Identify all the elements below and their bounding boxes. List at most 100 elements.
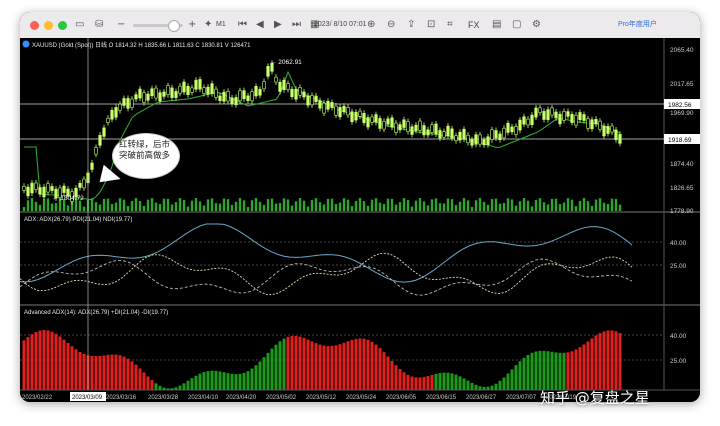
step-back-icon[interactable]: ◀ xyxy=(256,17,264,33)
adv-adx-bar xyxy=(342,342,346,390)
volume-bar xyxy=(338,202,342,211)
adv-adx-bar xyxy=(74,349,78,390)
zoom-out-icon[interactable]: ⊖ xyxy=(387,17,395,33)
candle xyxy=(614,129,618,140)
candle xyxy=(126,98,130,109)
candle xyxy=(150,88,154,97)
time-axis-label: 2023/02/22 xyxy=(22,395,53,401)
candle xyxy=(102,127,106,137)
adv-adx-bar xyxy=(334,345,338,390)
adv-adx-bar xyxy=(430,374,434,390)
adv-adx-bar xyxy=(506,373,510,390)
chart-area[interactable]: XAUUSD (Gold (Spot)) 日线 O 1814.32 H 1835… xyxy=(20,38,700,402)
plus-icon[interactable]: + xyxy=(188,17,196,33)
candle xyxy=(490,129,494,141)
indicator-icon[interactable]: ⌗ xyxy=(447,17,453,33)
volume-bar xyxy=(254,198,258,211)
toolbar: ▭ ⛁ − + ✦ M1 ⏮ ◀ ▶ ⏭ ▦ 2023/ 8/10 07:01 … xyxy=(20,12,700,39)
crosshair-icon[interactable]: ✦ xyxy=(204,17,212,33)
candle xyxy=(410,126,414,135)
high-badge-text: 1982.56 xyxy=(668,102,692,109)
minus-icon[interactable]: − xyxy=(117,17,125,33)
adv-adx-bar xyxy=(410,376,414,390)
current-price-text: 1918.69 xyxy=(668,137,692,144)
volume-bar xyxy=(574,206,578,211)
zoom-slider-knob[interactable] xyxy=(168,20,180,32)
step-forward-icon[interactable]: ⏭ xyxy=(292,17,301,33)
adv-adx-bar xyxy=(550,351,554,390)
datetime-field[interactable]: 2023/ 8/10 07:01 xyxy=(314,19,367,31)
volume-bar xyxy=(150,198,154,211)
candle xyxy=(534,107,538,118)
adv-adx-bar xyxy=(234,374,238,390)
settings-icon[interactable]: ⚙ xyxy=(532,17,541,33)
volume-bar xyxy=(222,198,226,211)
volume-bar xyxy=(318,202,322,211)
volume-bar xyxy=(518,201,522,211)
price-axis-label: 1826.65 xyxy=(670,185,694,192)
chat-icon[interactable]: ▢ xyxy=(512,17,521,33)
adv-adx-bar xyxy=(138,368,142,390)
volume-bar xyxy=(26,200,30,211)
volume-bar xyxy=(202,205,206,211)
time-axis-label: 2023/06/15 xyxy=(426,395,457,401)
candle xyxy=(494,130,498,139)
candle xyxy=(250,91,254,102)
layout-icon[interactable]: ▤ xyxy=(492,17,501,33)
screenshot-icon[interactable]: ⊡ xyxy=(427,17,435,33)
sidebar-icon[interactable]: ▭ xyxy=(75,17,84,33)
time-axis-label: 2023/05/02 xyxy=(266,395,297,401)
volume-bar xyxy=(482,201,486,211)
callout-text: 红转绿，后市突破前高做多 xyxy=(119,140,171,161)
pro-user-label[interactable]: Pro年度用户 xyxy=(618,19,657,31)
adv-adx-bar xyxy=(110,354,114,390)
export-icon[interactable]: ⇪ xyxy=(407,17,415,33)
candle xyxy=(262,81,266,90)
candle xyxy=(362,112,366,123)
close-button[interactable] xyxy=(30,21,39,30)
volume-bar xyxy=(370,199,374,211)
adv-adx-bar xyxy=(370,341,374,390)
volume-bar xyxy=(438,203,442,211)
volume-bar xyxy=(286,199,290,211)
minimize-button[interactable] xyxy=(44,21,53,30)
candle xyxy=(198,79,202,90)
adv-adx-bar xyxy=(362,338,366,390)
volume-bar xyxy=(558,204,562,211)
candle xyxy=(158,92,162,102)
adv-adx-bar xyxy=(202,372,206,390)
volume-bar xyxy=(498,203,502,211)
volume-bar xyxy=(350,206,354,211)
volume-bar xyxy=(426,205,430,211)
zoom-in-icon[interactable]: ⊕ xyxy=(367,17,375,33)
adv-adx-bar xyxy=(346,341,350,390)
candle xyxy=(510,126,514,133)
volume-bar xyxy=(154,202,158,211)
timeframe-select[interactable]: M1 xyxy=(216,19,226,31)
candle xyxy=(446,125,450,136)
zoom-button[interactable] xyxy=(58,21,67,30)
volume-bar xyxy=(142,205,146,211)
candle xyxy=(422,125,426,136)
volume-bar xyxy=(598,198,602,211)
volume-bar xyxy=(430,199,434,211)
adv-adx-bar xyxy=(190,378,194,390)
candle xyxy=(146,93,150,101)
database-icon[interactable]: ⛁ xyxy=(95,17,103,33)
play-icon[interactable]: ▶ xyxy=(274,17,282,33)
candle xyxy=(466,134,470,144)
fx-icon[interactable]: FX xyxy=(468,19,480,31)
volume-bar xyxy=(610,198,614,211)
volume-bar xyxy=(126,206,130,211)
candle xyxy=(110,109,114,120)
candle xyxy=(254,86,258,97)
adv-adx-bar xyxy=(586,341,590,390)
adv-level-label: 40.00 xyxy=(670,333,687,340)
volume-bar xyxy=(526,200,530,211)
candle xyxy=(222,91,226,102)
volume-bar xyxy=(542,202,546,211)
skip-start-icon[interactable]: ⏮ xyxy=(238,17,247,33)
adv-adx-bar xyxy=(290,336,294,390)
candle xyxy=(266,66,270,77)
time-axis-label: 2023/04/10 xyxy=(188,395,219,401)
